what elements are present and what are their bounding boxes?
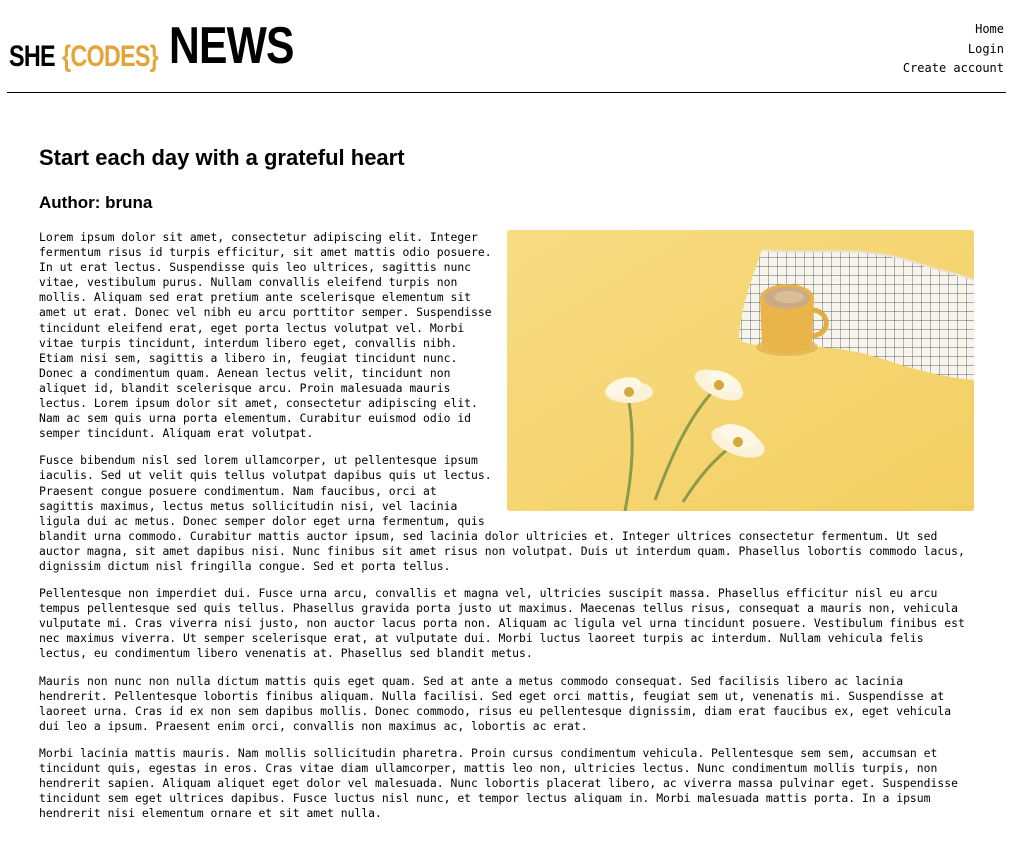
article-paragraph: Pellentesque non imperdiet dui. Fusce ur… [39,586,965,661]
nav-login-link[interactable]: Login [903,40,1004,60]
logo-she: SHE [9,40,56,73]
nav-home-link[interactable]: Home [903,20,1004,40]
article-title: Start each day with a grateful heart [39,145,405,170]
article-body: Lorem ipsum dolor sit amet, consectetur … [39,230,974,821]
site-header: SHE {CODES} NEWS Home Login Create accou… [7,0,1006,93]
article: Start each day with a grateful heart Aut… [39,144,974,833]
main-nav: Home Login Create account [903,20,1004,79]
logo-news: NEWS [168,17,294,75]
nav-create-account-link[interactable]: Create account [903,59,1004,79]
article-paragraph: Mauris non nunc non nulla dictum mattis … [39,673,952,733]
article-author: Author: bruna [39,193,153,212]
article-paragraph: Morbi lacinia mattis mauris. Nam mollis … [39,745,958,821]
article-image [507,230,974,511]
logo-codes: {CODES} [61,40,159,73]
site-logo[interactable]: SHE {CODES} NEWS [9,18,321,72]
